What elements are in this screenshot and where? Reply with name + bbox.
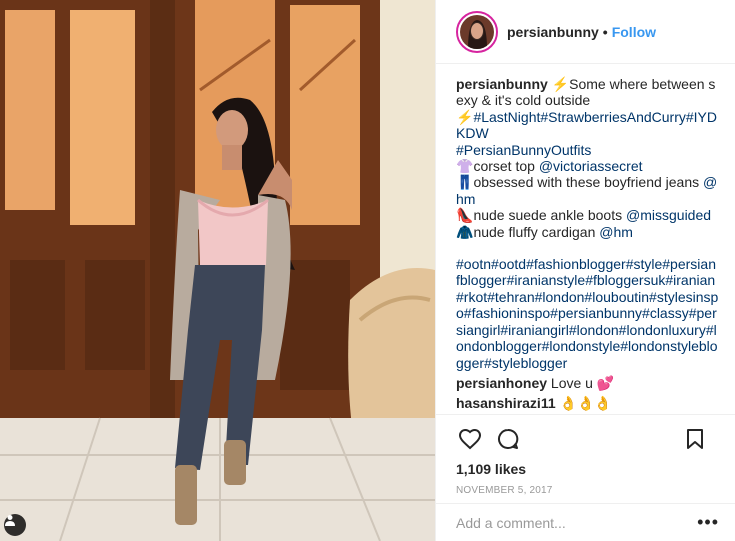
hashtag-link[interactable]: #LastNight#StrawberriesAndCurry#IYDKDW bbox=[456, 109, 717, 141]
heart-icon[interactable] bbox=[456, 425, 484, 453]
post-side-panel: persianbunny • Follow persianbunny ⚡Some… bbox=[435, 0, 735, 541]
caption-text: corset top bbox=[473, 158, 539, 175]
comment-text: 👌👌👌 bbox=[559, 395, 612, 412]
header-username[interactable]: persianbunny bbox=[507, 24, 599, 40]
avatar[interactable] bbox=[460, 14, 494, 49]
story-ring[interactable] bbox=[456, 10, 498, 53]
mention-link[interactable]: @hm bbox=[599, 224, 633, 240]
more-icon[interactable]: ••• bbox=[697, 512, 719, 533]
comment-input[interactable] bbox=[456, 514, 698, 531]
boot-emoji: 👠 bbox=[456, 207, 474, 224]
mention-link[interactable]: @victoriassecret bbox=[539, 158, 643, 174]
bolt-emoji: ⚡ bbox=[456, 108, 474, 125]
comment-item: hasanshirazi11 👌👌👌 bbox=[456, 395, 719, 411]
comments-list[interactable]: persianbunny ⚡Some where between sexy & … bbox=[456, 76, 719, 414]
comment-text: Love u 💕 bbox=[550, 374, 615, 391]
bolt-emoji: ⚡ bbox=[551, 76, 570, 92]
add-comment-bar: ••• bbox=[436, 503, 735, 541]
caption-text: nude fluffy cardigan bbox=[473, 223, 600, 240]
caption-username[interactable]: persianbunny bbox=[456, 76, 548, 92]
bookmark-icon[interactable] bbox=[681, 425, 709, 453]
actions-section: 1,109 likes NOVEMBER 5, 2017 ••• bbox=[436, 414, 735, 540]
comment-icon[interactable] bbox=[494, 425, 522, 453]
comment-username[interactable]: persianhoney bbox=[456, 375, 547, 391]
caption: persianbunny ⚡Some where between sexy & … bbox=[456, 76, 719, 371]
likes-count[interactable]: 1,109 likes bbox=[436, 455, 735, 477]
post-dialog: persianbunny • Follow persianbunny ⚡Some… bbox=[0, 0, 735, 541]
hashtag-block[interactable]: #ootn#ootd#fashionblogger#style#persianf… bbox=[456, 256, 718, 370]
separator-dot: • bbox=[602, 23, 608, 40]
action-icons bbox=[436, 415, 735, 455]
post-header: persianbunny • Follow bbox=[436, 0, 735, 64]
caption-text: nude suede ankle boots bbox=[473, 207, 627, 224]
caption-text: obsessed with these boyfriend jeans bbox=[473, 174, 704, 191]
shirt-emoji: 👚 bbox=[456, 158, 474, 175]
jeans-emoji: 👖 bbox=[456, 174, 474, 191]
cardigan-emoji: 🧥 bbox=[456, 223, 474, 240]
photo-illustration bbox=[0, 0, 435, 541]
follow-button[interactable]: Follow bbox=[612, 24, 656, 40]
person-tag-icon[interactable] bbox=[4, 514, 26, 536]
post-photo[interactable] bbox=[0, 0, 435, 541]
comment-username[interactable]: hasanshirazi11 bbox=[456, 395, 556, 411]
comment-item: persianhoney Love u 💕 bbox=[456, 375, 719, 391]
post-date[interactable]: NOVEMBER 5, 2017 bbox=[436, 477, 735, 496]
mention-link[interactable]: @missguided bbox=[626, 207, 711, 223]
hashtag-link[interactable]: #PersianBunnyOutfits bbox=[456, 142, 591, 158]
